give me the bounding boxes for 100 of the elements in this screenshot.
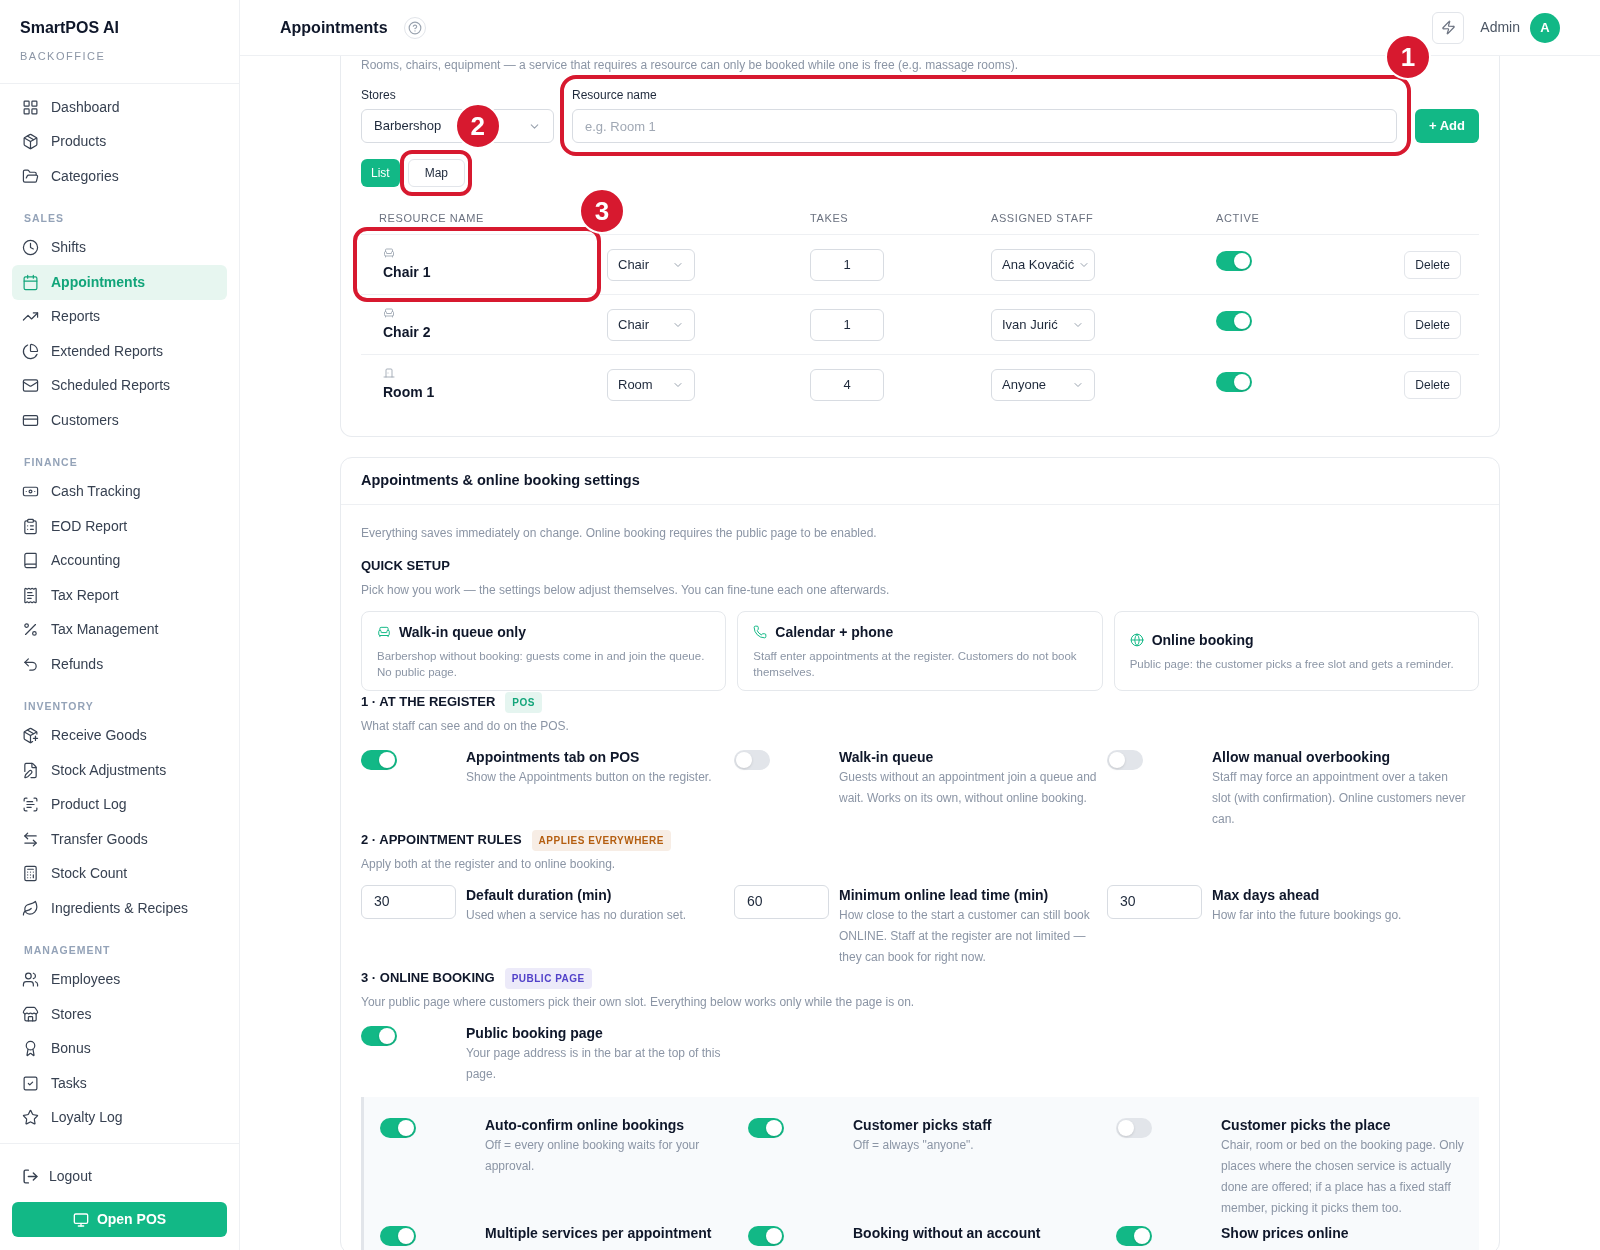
book-icon (22, 552, 39, 570)
nav-item[interactable]: Stock Count (12, 856, 227, 891)
card-title: Appointments & online booking settings (361, 471, 640, 491)
toggle-switch[interactable] (1216, 311, 1252, 331)
number-field[interactable]: 30 (361, 884, 456, 919)
setup-option-card[interactable]: Online booking Public page: the customer picks a free slot and gets a reminder. (1113, 610, 1479, 691)
nav-item[interactable]: Refunds (12, 647, 227, 682)
section-title: QUICK SETUP (361, 557, 451, 575)
nav-item[interactable]: Ingredients & Recipes (12, 891, 227, 926)
option-title: Online booking (1151, 630, 1254, 650)
nav-item[interactable]: EOD Report (12, 509, 227, 544)
nav-item[interactable]: Product Log (12, 787, 227, 822)
setup-option-card[interactable]: Calendar + phone Staff enter appointments at the register. Customers do not book themselves. (737, 610, 1103, 691)
number-field[interactable]: 60 (734, 884, 829, 919)
calculator-icon (22, 865, 39, 883)
settings-note: Everything saves immediately on change. Online booking requires the public page to be enabled. (361, 525, 878, 542)
brand-name: SmartPOS AI (20, 18, 120, 38)
staff-select[interactable]: Ana Kovačić (991, 248, 1095, 281)
brand-subtitle: BACKOFFICE (20, 49, 107, 64)
nav-section-title: INVENTORY (23, 699, 95, 715)
nav-item[interactable]: Extended Reports (12, 334, 227, 369)
section-title: 1 · AT THE REGISTER (361, 693, 496, 712)
toggle-switch[interactable] (748, 1225, 784, 1246)
toggle-switch[interactable] (361, 1025, 397, 1046)
resources-description: Rooms, chairs, equipment — a service that requires a resource can only be booked while one is free (e.g. massage rooms). (361, 57, 1018, 74)
file-pen-icon (22, 761, 39, 779)
field-label: Stores (361, 87, 397, 104)
delete-button[interactable]: Delete (1404, 250, 1461, 279)
nav-section-title: FINANCE (23, 455, 79, 471)
undo-arrow-icon (22, 655, 39, 673)
nav-item[interactable]: Reports (12, 299, 227, 334)
monitor-icon (72, 1211, 89, 1228)
view-tab[interactable]: Map (407, 159, 466, 187)
type-select[interactable]: Room (607, 369, 695, 401)
globe-icon (1129, 633, 1144, 647)
clipboard-icon (22, 517, 39, 535)
toggle-switch[interactable] (748, 1117, 784, 1138)
toggle-switch[interactable] (380, 1117, 416, 1138)
section-badge: PUBLIC PAGE (504, 967, 592, 989)
number-field[interactable]: 30 (1107, 884, 1202, 919)
staff-select[interactable]: Ivan Jurić (991, 308, 1095, 341)
section-title: 2 · APPOINTMENT RULES (361, 831, 522, 850)
folder-icon (22, 167, 39, 185)
lightning-icon (1440, 20, 1456, 35)
nav-section-title: MANAGEMENT (23, 943, 112, 959)
nav-item[interactable]: Tax Report (12, 578, 227, 613)
toggle-switch[interactable] (1216, 371, 1252, 392)
chair-icon (377, 625, 391, 639)
nav-item[interactable]: Accounting (12, 543, 227, 578)
nav-item[interactable]: Stock Adjustments (12, 753, 227, 788)
nav-item[interactable]: Loyalty Log (12, 1100, 227, 1135)
nav-item[interactable]: Products (12, 124, 227, 159)
type-select[interactable]: Chair (607, 308, 695, 341)
section-title: 3 · ONLINE BOOKING (361, 969, 495, 988)
toggle-switch[interactable] (1116, 1225, 1152, 1246)
column-header: ACTIVE (1216, 211, 1261, 227)
callout-badge: 2 (454, 103, 501, 149)
nav-item[interactable]: Tasks (12, 1066, 227, 1101)
nav-item[interactable]: Tax Management (12, 612, 227, 647)
door-icon (383, 367, 395, 379)
swap-arrows-icon (22, 830, 39, 848)
grid-icon (22, 98, 39, 116)
nav-item[interactable]: Dashboard (12, 90, 227, 125)
setup-option-card[interactable]: Walk-in queue only Barbershop without booking: guests come in and join the queue. No public page. (361, 610, 727, 691)
type-select[interactable]: Chair (607, 248, 695, 281)
takes-field[interactable]: 4 (810, 369, 884, 401)
takes-field[interactable]: 1 (810, 248, 884, 281)
section-hint: Pick how you work — the settings below adjust themselves. You can fine-tune each one afterwards. (361, 581, 891, 599)
staff-select[interactable]: Anyone (991, 369, 1095, 401)
option-title: Calendar + phone (775, 622, 894, 642)
delete-button[interactable]: Delete (1404, 371, 1461, 399)
nav-item[interactable]: Transfer Goods (12, 822, 227, 857)
resource-name-field[interactable]: e.g. Room 1 (572, 109, 1397, 143)
toggle-switch[interactable] (361, 749, 397, 770)
nav-item[interactable]: Shifts (12, 230, 227, 265)
envelope-icon (22, 377, 39, 395)
delete-button[interactable]: Delete (1404, 310, 1461, 339)
setting-description: Used when a service has no duration set. (466, 906, 688, 924)
nav-item[interactable]: Customers (12, 403, 227, 438)
nav-item[interactable]: Bonus (12, 1031, 227, 1066)
toggle-switch[interactable] (1107, 749, 1143, 770)
nav-item[interactable]: Receive Goods (12, 718, 227, 753)
nav-item[interactable]: Stores (12, 997, 227, 1032)
toggle-switch[interactable] (1216, 251, 1252, 271)
nav-item[interactable]: Categories (12, 159, 227, 194)
setting-description: Your page address is in the bar at the top of this page. (466, 1044, 722, 1083)
column-header: ASSIGNED STAFF (991, 211, 1095, 227)
toggle-switch[interactable] (1116, 1117, 1152, 1138)
toggle-switch[interactable] (734, 749, 770, 770)
nav-item[interactable]: Scheduled Reports (12, 368, 227, 403)
nav-item[interactable]: Cash Tracking (12, 474, 227, 509)
takes-field[interactable]: 1 (810, 308, 884, 341)
nav-item[interactable]: Employees (12, 962, 227, 997)
logout-link[interactable]: Logout (12, 1164, 227, 1188)
calendar-icon (22, 273, 39, 291)
toggle-switch[interactable] (380, 1225, 416, 1246)
quick-action-button[interactable] (1432, 11, 1465, 44)
section-badge: POS (505, 691, 542, 713)
setting-description: Off = every online booking waits for your approval. (485, 1136, 701, 1175)
section-hint: What staff can see and do on the POS. (361, 717, 570, 735)
